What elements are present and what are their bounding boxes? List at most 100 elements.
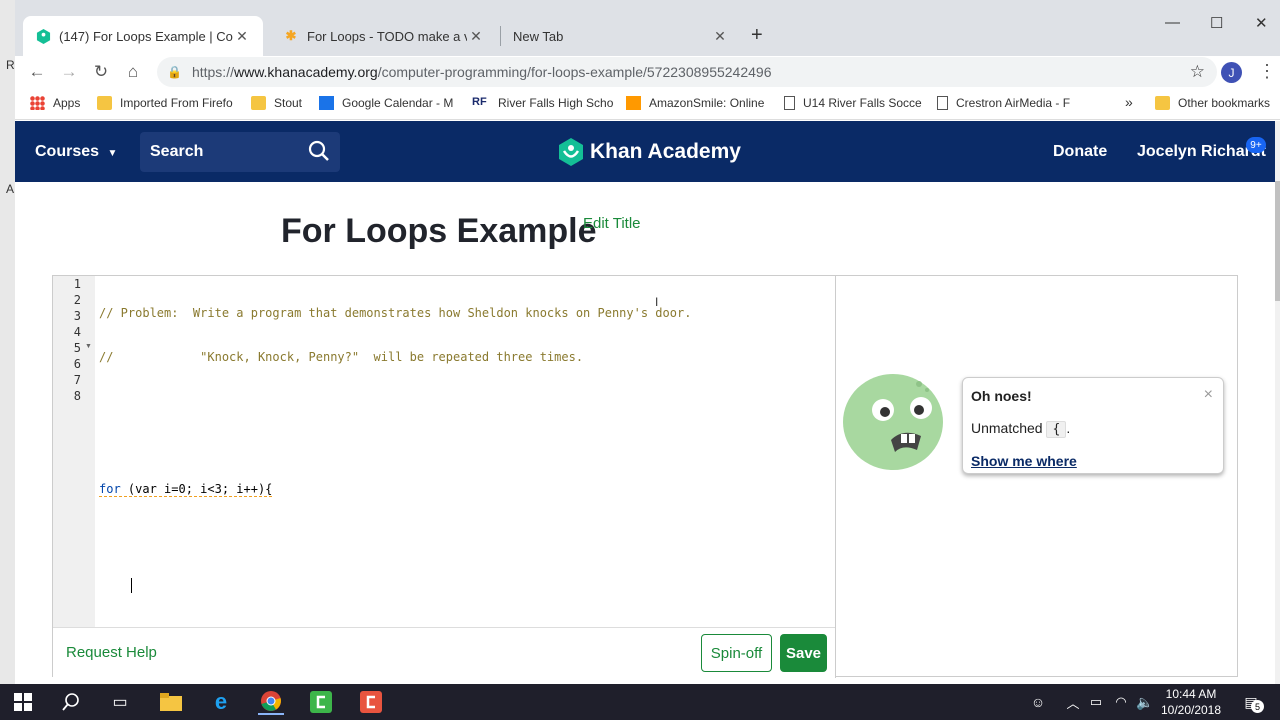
bookmark-imported[interactable]: Imported From Firefo (97, 96, 233, 110)
save-button[interactable]: Save (780, 634, 827, 672)
panel-divider[interactable] (835, 276, 836, 678)
maximize-icon[interactable]: ☐ (1210, 14, 1223, 32)
screen: R A (147) For Loops Example | Compu ✕ ✱ … (0, 0, 1280, 720)
url-path: /computer-programming/for-loops-example/… (377, 64, 772, 80)
error-code-token: { (1046, 421, 1067, 438)
close-window-icon[interactable]: ✕ (1255, 14, 1268, 32)
bookmark-stout[interactable]: Stout (251, 96, 302, 110)
donate-link[interactable]: Donate (1053, 143, 1107, 161)
page-title: For Loops Example (281, 212, 597, 250)
line-number: 7 (73, 373, 81, 387)
logo-text: Khan Academy (590, 140, 741, 163)
error-buddy-icon (843, 374, 943, 470)
spin-off-button[interactable]: Spin-off (701, 634, 772, 672)
chevron-down-icon: ▼ (107, 148, 118, 159)
error-text: Unmatched (971, 420, 1043, 436)
bookmark-other[interactable]: Other bookmarks (1155, 96, 1270, 110)
menu-kebab-icon[interactable]: ⋮ (1258, 61, 1276, 82)
show-me-where-link[interactable]: Show me where (971, 453, 1077, 469)
code-line (99, 569, 835, 601)
tab-todo-video[interactable]: ✱ For Loops - TODO make a video ✕ (271, 16, 497, 56)
close-tab-icon[interactable]: ✕ (711, 28, 729, 45)
page-icon (937, 96, 948, 110)
volume-icon[interactable]: 🔈 (1132, 689, 1158, 715)
minimize-icon[interactable]: — (1165, 14, 1180, 31)
more-bookmarks-icon[interactable]: » (1125, 94, 1133, 110)
clock-time[interactable]: 10:44 AM (1158, 687, 1224, 701)
clock-date[interactable]: 10/20/2018 (1158, 703, 1224, 717)
code-token: (var i=0; i<3; i++){ (120, 482, 273, 496)
desktop-letter: A (6, 182, 15, 196)
bookmark-crestron[interactable]: Crestron AirMedia - F (937, 96, 1070, 110)
camtasia-green-icon[interactable] (308, 689, 334, 715)
rf-logo-icon: RF (472, 96, 487, 108)
folder-icon (97, 96, 112, 110)
camtasia-red-icon[interactable] (358, 689, 384, 715)
search-icon[interactable] (308, 140, 330, 167)
page-icon (784, 96, 795, 110)
code-text-area[interactable]: // Problem: Write a program that demonst… (99, 277, 835, 627)
people-icon[interactable]: ☺ (1025, 689, 1051, 715)
bookmarks-bar: Apps Imported From Firefo Stout Google C… (15, 88, 1280, 120)
wifi-icon[interactable]: ◠ (1108, 689, 1134, 715)
search-icon[interactable] (58, 689, 84, 715)
bookmark-label: Stout (274, 96, 303, 110)
scrollbar-thumb[interactable] (1275, 181, 1280, 301)
tab-new-tab[interactable]: New Tab ✕ (501, 16, 741, 56)
url-host: www.khanacademy.org (233, 64, 378, 80)
task-view-icon[interactable]: ▭ (107, 689, 133, 715)
request-help-link[interactable]: Request Help (66, 644, 157, 661)
tab-for-loops-example[interactable]: (147) For Loops Example | Compu ✕ (23, 16, 263, 56)
bookmark-amazonsmile[interactable]: AmazonSmile: Online (626, 96, 764, 110)
folder-icon (1155, 96, 1170, 110)
asterisk-icon: ✱ (285, 28, 297, 43)
address-bar[interactable]: 🔒 https://www.khanacademy.org/computer-p… (157, 57, 1217, 87)
code-editor-panel: 1 2 3 4 5 6 7 8 ▼ // Problem: Write a pr… (52, 275, 1238, 678)
bookmark-apps[interactable]: Apps (30, 96, 80, 110)
page-scrollbar[interactable] (1275, 121, 1280, 684)
notification-badge[interactable]: 9+ (1246, 137, 1266, 153)
line-number: 2 (73, 293, 81, 307)
bookmark-label: River Falls High Scho (498, 96, 614, 110)
bookmark-star-icon[interactable]: ☆ (1190, 62, 1205, 82)
close-tab-icon[interactable]: ✕ (233, 28, 251, 45)
forward-icon[interactable]: → (57, 60, 81, 84)
tab-bar: (147) For Loops Example | Compu ✕ ✱ For … (15, 0, 1280, 56)
bookmark-u14-soccer[interactable]: U14 River Falls Socce (784, 96, 922, 110)
courses-menu[interactable]: Courses ▼ (35, 143, 117, 161)
code-line: // Problem: Write a program that demonst… (99, 306, 692, 320)
windows-start-icon[interactable] (10, 689, 36, 715)
home-icon[interactable]: ⌂ (121, 60, 145, 84)
keyword: for (99, 482, 121, 496)
fold-arrow-icon[interactable]: ▼ (85, 343, 92, 350)
bookmark-river-falls-high[interactable]: RF River Falls High Scho (472, 96, 613, 110)
profile-avatar[interactable]: J (1221, 62, 1242, 83)
close-icon[interactable]: × (1204, 386, 1213, 404)
back-icon[interactable]: ← (25, 60, 49, 84)
desktop-letter: R (6, 58, 15, 72)
url-prefix: https:// (191, 64, 234, 80)
internet-explorer-icon[interactable]: e (208, 689, 234, 715)
error-underline: for (var i=0; i<3; i++){ (99, 482, 273, 497)
apps-grid-icon (30, 96, 45, 110)
windows-taskbar: ▭ e ☺ ︿ ▭ ◠ 🔈 10:44 AM 10/20/2018 ▤ 5 (0, 684, 1280, 720)
new-tab-icon[interactable]: + (751, 24, 763, 47)
chrome-icon[interactable] (258, 689, 284, 715)
line-number: 8 (73, 389, 81, 403)
error-tooltip: Oh noes! × Unmatched {. Show me where (962, 377, 1224, 474)
bookmark-label: AmazonSmile: Online (649, 96, 765, 110)
bookmark-label: Imported From Firefo (120, 96, 233, 110)
tab-title: New Tab (513, 28, 564, 44)
edit-title-link[interactable]: Edit Title (583, 215, 641, 232)
line-number-gutter: 1 2 3 4 5 6 7 8 (53, 276, 95, 627)
khan-academy-logo[interactable]: Khan Academy (558, 138, 741, 166)
reload-icon[interactable]: ↻ (89, 60, 113, 84)
file-explorer-icon[interactable] (158, 689, 184, 715)
code-line: // "Knock, Knock, Penny?" will be repeat… (99, 350, 584, 364)
search-input[interactable]: Search (140, 132, 340, 172)
bookmark-google-calendar[interactable]: Google Calendar - M (319, 96, 453, 110)
battery-icon[interactable]: ▭ (1083, 689, 1109, 715)
close-tab-icon[interactable]: ✕ (467, 28, 485, 45)
bookmark-label: U14 River Falls Socce (803, 96, 922, 110)
